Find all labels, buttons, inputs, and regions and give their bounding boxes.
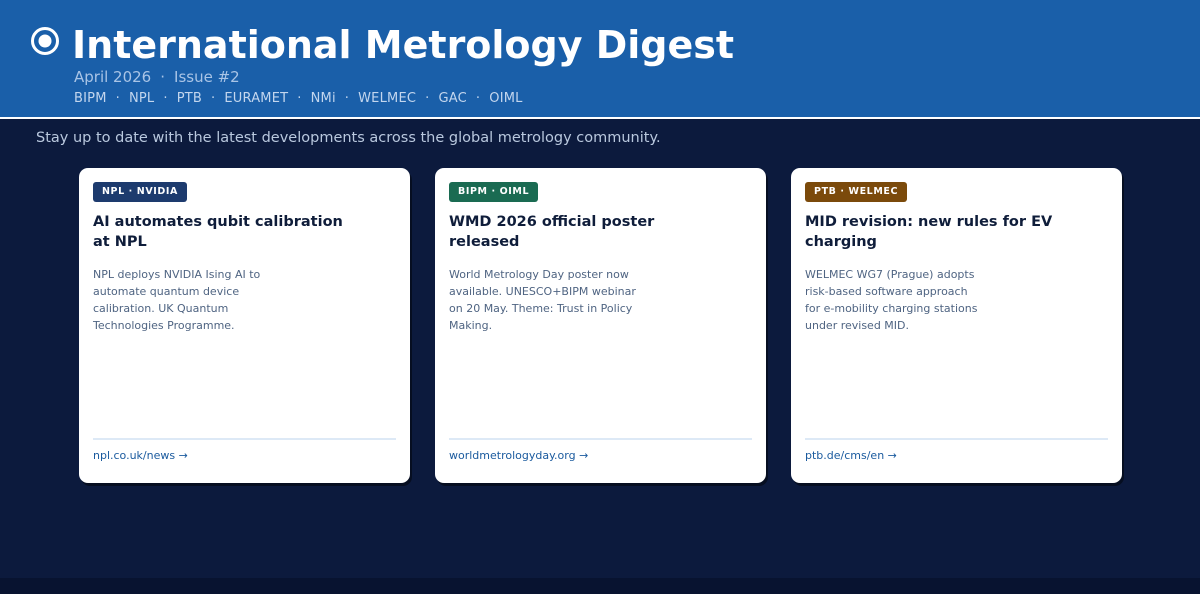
org-ptb: PTB [176,91,203,106]
org-euramet: EURAMET [224,91,289,106]
card-body: NPL deploys NVIDIA Ising AI to automate … [93,268,261,332]
org-bipm: BIPM [74,91,107,106]
card-link[interactable]: worldmetrologyday.org → [449,448,588,464]
issue-separator: · [160,68,166,86]
organization-list: BIPM · NPL · PTB · EURAMET · NMi · WELMEC · GAC · OIML [74,91,523,106]
org-npl: NPL [128,91,155,106]
card-badge: PTB · WELMEC [805,182,908,202]
card-link[interactable]: ptb.de/cms/en → [805,448,897,464]
card-body: World Metrology Day poster now available… [449,268,636,332]
card-title: WMD 2026 official poster released [449,214,655,250]
card-divider [449,438,752,440]
issue-number: Issue #2 [174,68,240,86]
footer-band [0,578,1200,594]
page-title: International Metrology Digest [72,23,735,67]
card-link[interactable]: npl.co.uk/news → [93,448,188,464]
issue-info: April 2026 · Issue #2 [74,67,240,87]
org-nmi: NMi [310,91,336,106]
news-card-npl: NPL · NVIDIA AI automates qubit calibrat… [79,168,410,483]
news-card-wmd: BIPM · OIML WMD 2026 official poster rel… [435,168,766,483]
card-body: WELMEC WG7 (Prague) adopts risk-based so… [805,268,978,332]
issue-date: April 2026 [74,68,152,86]
card-divider [805,438,1108,440]
tagline: Stay up to date with the latest developm… [36,130,661,146]
card-title: AI automates qubit calibration at NPL [93,214,343,250]
card-badge: NPL · NVIDIA [93,182,188,202]
masthead: International Metrology Digest April 202… [0,0,1200,119]
org-welmec: WELMEC [358,91,417,106]
card-badge: BIPM · OIML [449,182,539,202]
target-circle-icon [31,27,59,55]
news-card-mid: PTB · WELMEC MID revision: new rules for… [791,168,1122,483]
card-title: MID revision: new rules for EV charging [805,214,1053,250]
org-oiml: OIML [489,91,523,106]
card-divider [93,438,396,440]
org-gac: GAC [438,91,467,106]
